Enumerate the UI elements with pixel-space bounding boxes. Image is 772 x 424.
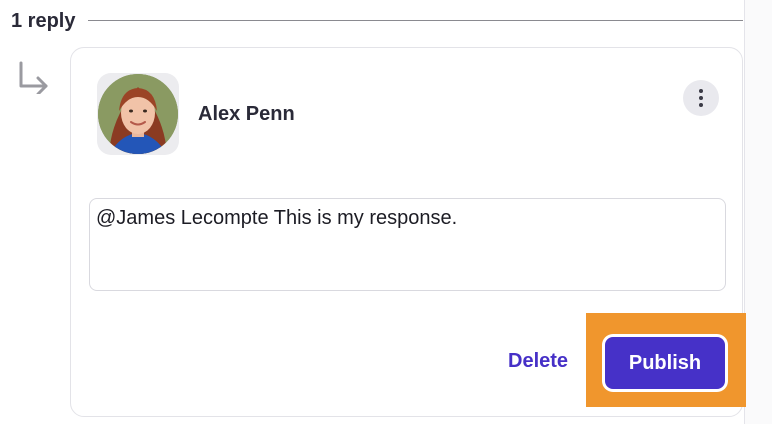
more-dot bbox=[699, 96, 703, 100]
replies-divider bbox=[88, 20, 743, 21]
scroll-gutter bbox=[745, 0, 772, 424]
avatar bbox=[97, 73, 179, 155]
avatar-image bbox=[98, 74, 178, 154]
publish-button[interactable]: Publish bbox=[605, 337, 725, 389]
more-options-button[interactable] bbox=[683, 80, 719, 116]
comment-thread: 1 reply Alex Penn @James Lecompte This i… bbox=[0, 0, 772, 424]
reply-text-input[interactable]: @James Lecompte This is my response. bbox=[89, 198, 726, 291]
replies-count: 1 reply bbox=[11, 9, 76, 32]
replies-header: 1 reply bbox=[11, 8, 75, 34]
more-vertical-icon bbox=[699, 89, 703, 93]
author-name: Alex Penn bbox=[198, 103, 295, 125]
more-dot bbox=[699, 103, 703, 107]
reply-arrow-icon bbox=[19, 61, 48, 94]
delete-button[interactable]: Delete bbox=[508, 350, 568, 373]
